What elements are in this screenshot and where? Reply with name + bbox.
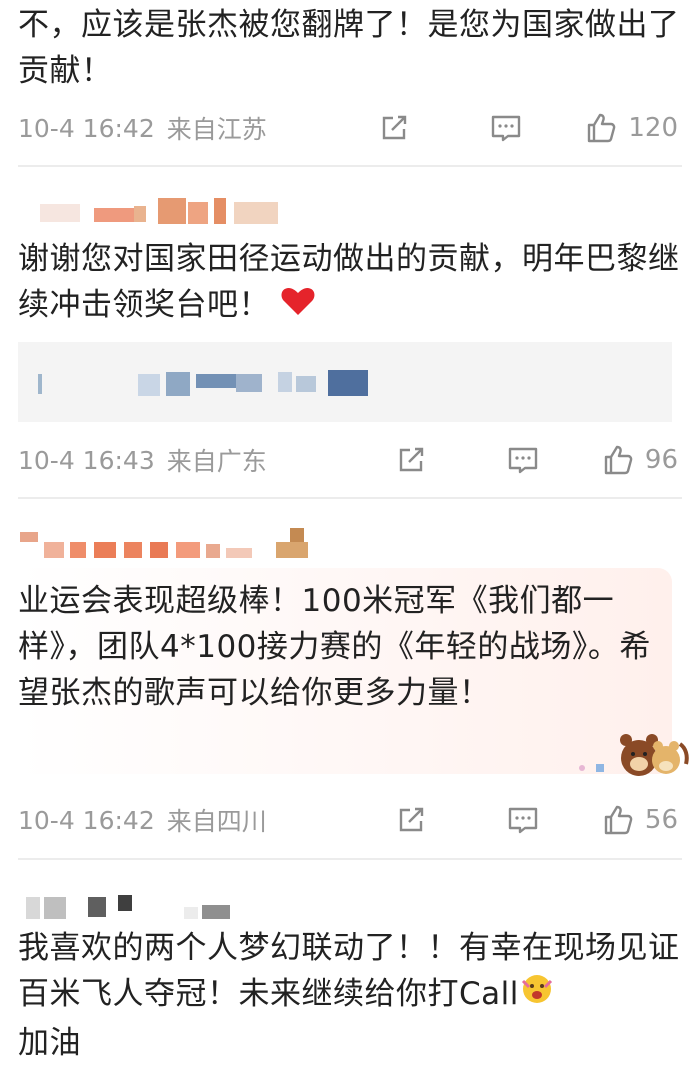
comment-meta: 10-4 16:43 来自广东 — [18, 440, 267, 480]
comment-text: 谢谢您对国家田径运动做出的贡献，明年巴黎继续冲击领奖台吧！ — [18, 236, 683, 330]
like-count: 56 — [644, 805, 678, 835]
divider — [18, 497, 682, 499]
comment-actions: 56 — [393, 800, 678, 840]
comment-time: 10-4 16:42 — [18, 805, 155, 835]
comment-text: 我喜欢的两个人梦幻联动了！！有幸在现场见证百米飞人夺冠！未来继续给你打Call 加… — [18, 930, 680, 1061]
quoted-content-blurred — [18, 342, 672, 422]
comment-2: 谢谢您对国家田径运动做出的贡献，明年巴黎继续冲击领奖台吧！ 10-4 16:43… — [0, 168, 700, 498]
like-button[interactable]: 120 — [584, 111, 678, 145]
like-button[interactable]: 96 — [601, 443, 678, 477]
username-blurred — [20, 522, 320, 558]
comment-text: 不，应该是张杰被您翻牌了！是您为国家做出了贡献！ — [18, 7, 680, 89]
comment-meta: 10-4 16:42 来自四川 — [18, 800, 267, 840]
cheer-emoji — [519, 971, 555, 1020]
comment-location: 来自四川 — [166, 807, 267, 836]
comment-3: 业运会表现超级棒！100米冠军《我们都一样》，团队4*100接力赛的《年轻的战场… — [0, 500, 700, 858]
comment-location: 来自江苏 — [166, 115, 267, 144]
comment-1: 不，应该是张杰被您翻牌了！是您为国家做出了贡献！ 10-4 16:42 来自江苏… — [0, 0, 700, 165]
comment-actions: 96 — [393, 440, 678, 480]
bear-sticker — [576, 726, 692, 782]
like-count: 96 — [644, 445, 678, 475]
share-icon[interactable] — [393, 802, 429, 838]
username-blurred — [22, 198, 282, 228]
comment-actions: 120 — [376, 108, 678, 148]
divider — [18, 858, 682, 860]
comment-text: 业运会表现超级棒！100米冠军《我们都一样》，团队4*100接力赛的《年轻的战场… — [18, 583, 651, 711]
comment-4: 我喜欢的两个人梦幻联动了！！有幸在现场见证百米飞人夺冠！未来继续给你打Call 加… — [0, 861, 700, 1061]
heart-emoji — [280, 284, 316, 330]
comment-icon[interactable] — [505, 802, 541, 838]
thumbs-up-icon — [588, 113, 616, 143]
like-count: 120 — [628, 113, 678, 143]
divider — [18, 165, 682, 167]
comment-icon[interactable] — [488, 110, 524, 146]
thumbs-up-icon — [604, 445, 633, 475]
comment-meta: 10-4 16:42 来自江苏 — [18, 108, 267, 148]
comment-time: 10-4 16:43 — [18, 445, 155, 475]
thumbs-up-icon — [604, 805, 633, 835]
like-button[interactable]: 56 — [601, 803, 678, 837]
share-icon[interactable] — [393, 442, 429, 478]
share-icon[interactable] — [376, 110, 412, 146]
username-blurred — [22, 889, 252, 921]
comment-time: 10-4 16:42 — [18, 113, 155, 143]
comment-location: 来自广东 — [166, 447, 267, 476]
comment-icon[interactable] — [505, 442, 541, 478]
